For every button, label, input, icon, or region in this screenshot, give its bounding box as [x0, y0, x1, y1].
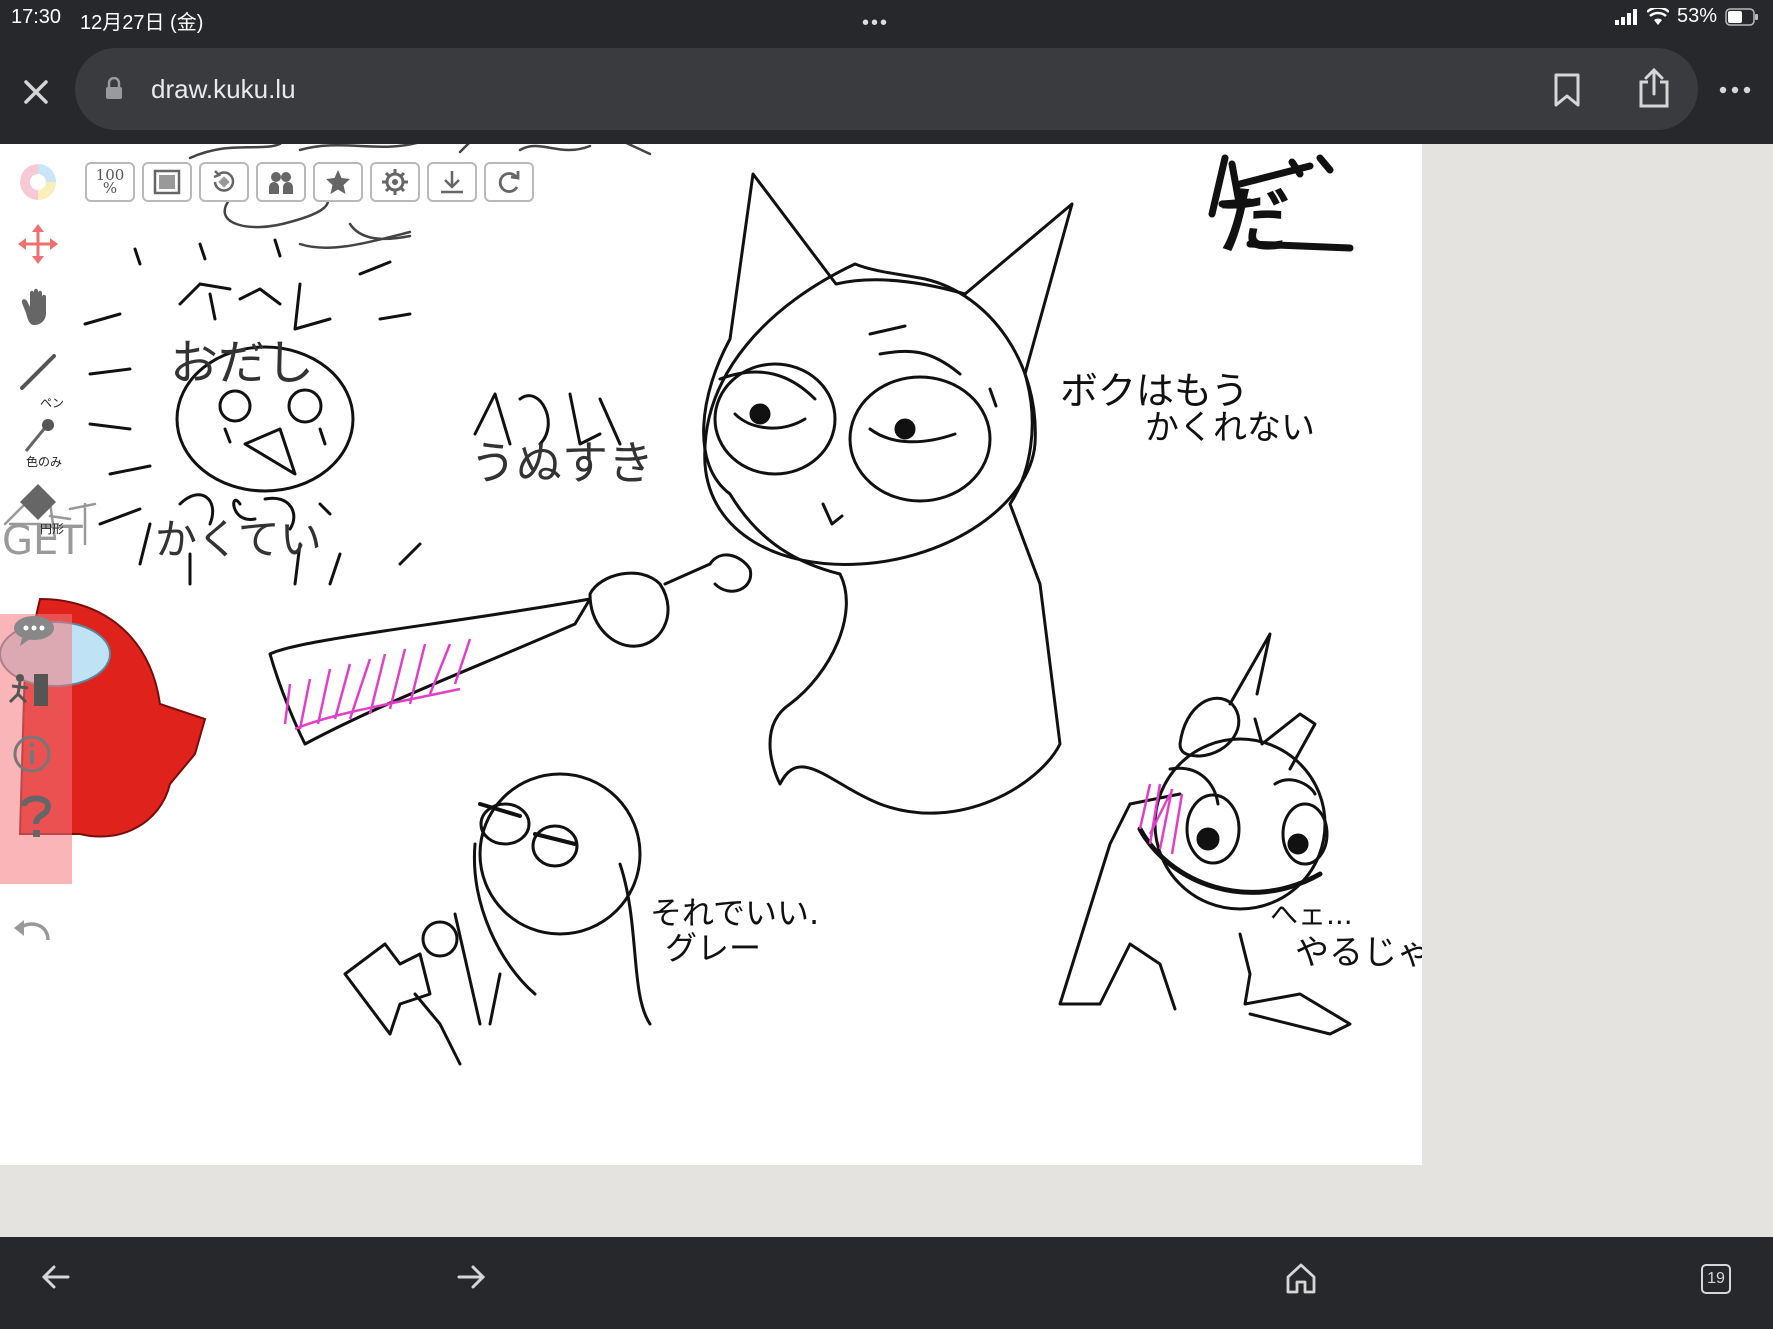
- status-date: 12月27日 (金): [80, 12, 204, 34]
- move-icon: [18, 224, 58, 264]
- fit-screen-icon: [153, 169, 181, 195]
- settings-button[interactable]: [370, 162, 420, 202]
- wifi-icon: [1646, 7, 1669, 25]
- browser-toolbar: draw.kuku.lu: [0, 46, 1773, 144]
- left-text-3: うぬすき: [470, 436, 654, 490]
- users-button[interactable]: [256, 162, 306, 202]
- shape-label: 円形: [40, 522, 65, 536]
- zoom-button[interactable]: 100%: [85, 162, 135, 202]
- bottom-mid-line1: それでいい.: [650, 894, 819, 932]
- cat-speech-line1: ボクはもう: [1060, 369, 1249, 413]
- info-icon[interactable]: [12, 734, 52, 774]
- pen-tool-button[interactable]: ペン: [8, 350, 68, 410]
- lock-icon: [106, 77, 122, 99]
- left-text-1: おだし: [170, 335, 314, 391]
- star-icon: [326, 170, 350, 194]
- home-icon[interactable]: [1284, 1261, 1318, 1295]
- status-bar: 17:30 12月27日 (金) ••• 53%: [0, 0, 1773, 46]
- hand-icon: [21, 288, 46, 325]
- browser-bottom-bar: 19: [0, 1237, 1773, 1329]
- download-button[interactable]: [427, 162, 477, 202]
- url-text: draw.kuku.lu: [151, 74, 296, 104]
- eraser-icon: [20, 484, 56, 520]
- multitasking-dots-icon[interactable]: •••: [862, 12, 889, 35]
- back-arrow-icon[interactable]: [40, 1263, 72, 1291]
- canvas-toolbar: 100%: [85, 162, 534, 202]
- favorite-button[interactable]: [313, 162, 363, 202]
- bookmark-icon[interactable]: [1552, 73, 1582, 107]
- bottom-right-line1: へェ...: [1270, 898, 1353, 931]
- bottom-right-line2: やるじゃん: [1295, 933, 1422, 973]
- status-indicators: 53%: [1614, 5, 1759, 28]
- fit-screen-button[interactable]: [142, 162, 192, 202]
- color-picker-button[interactable]: [8, 160, 68, 209]
- zoom-percent: %: [102, 179, 118, 197]
- drawing-canvas[interactable]: だ ボクはもう かくれない おだし かくてい うぬすき GET それでいい. グ…: [0, 144, 1422, 1165]
- more-icon[interactable]: [1718, 80, 1752, 100]
- forward-arrow-icon[interactable]: [455, 1263, 487, 1291]
- drawing-text-da: だ: [1218, 179, 1290, 263]
- refresh-button[interactable]: [484, 162, 534, 202]
- address-bar[interactable]: draw.kuku.lu: [75, 48, 1698, 130]
- eyedropper-tool-button[interactable]: 色のみ: [8, 415, 68, 469]
- bottom-mid-line2: グレー: [665, 929, 761, 967]
- refresh-icon: [498, 171, 520, 193]
- undo-icon[interactable]: [10, 914, 54, 950]
- color-wheel-icon: [20, 164, 56, 200]
- hand-tool-button[interactable]: [8, 285, 68, 334]
- download-icon: [441, 171, 463, 194]
- rotate-button[interactable]: [199, 162, 249, 202]
- chat-icon[interactable]: [12, 614, 56, 646]
- signal-icon: [1614, 8, 1637, 25]
- tab-switcher-button[interactable]: 19: [1701, 1264, 1731, 1294]
- battery-percent: 53%: [1676, 5, 1717, 27]
- eraser-tool-button[interactable]: 円形: [8, 480, 68, 536]
- exit-icon[interactable]: [4, 670, 54, 710]
- close-icon[interactable]: [18, 74, 54, 110]
- cat-speech-line2: かくれない: [1145, 408, 1315, 448]
- users-icon: [269, 172, 293, 194]
- status-time: 17:30: [11, 6, 62, 28]
- help-icon[interactable]: [16, 792, 56, 840]
- share-icon[interactable]: [1637, 68, 1671, 108]
- battery-icon: [1725, 7, 1758, 26]
- pen-icon: [20, 354, 56, 390]
- gear-icon: [382, 169, 408, 195]
- canvas-drawing: だ ボクはもう かくれない おだし かくてい うぬすき GET それでいい. グ…: [0, 144, 1422, 1066]
- left-text-2: かくてい: [155, 515, 322, 564]
- rotate-icon: [213, 170, 235, 192]
- color-only-label: 色のみ: [26, 455, 63, 469]
- pen-label: ペン: [40, 396, 65, 410]
- move-tool-button[interactable]: [8, 222, 68, 271]
